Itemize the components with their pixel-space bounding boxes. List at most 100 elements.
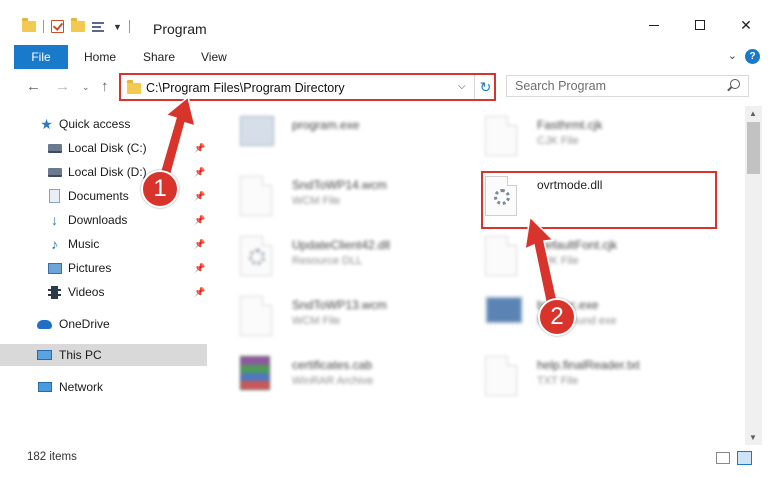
vertical-scrollbar[interactable]: ▲ ▼ xyxy=(745,106,762,445)
scrollbar-thumb[interactable] xyxy=(747,122,760,174)
help-icon[interactable]: ? xyxy=(745,49,760,64)
file-name: UpdateClient42.dll xyxy=(292,238,391,252)
tab-home[interactable]: Home xyxy=(84,50,116,64)
rar-icon xyxy=(240,356,278,400)
sidebar-item-label: Music xyxy=(68,237,100,251)
file-type: CJK File xyxy=(537,255,579,267)
pin-icon[interactable]: 📌 xyxy=(194,239,205,250)
videos-icon xyxy=(47,285,62,299)
sidebar-item-label: Local Disk (D:) xyxy=(68,165,147,179)
disk-icon xyxy=(47,165,62,179)
address-highlight-box xyxy=(119,73,496,101)
title-bar: ▼ Program ✕ xyxy=(0,0,769,44)
documents-icon xyxy=(47,189,62,203)
sidebar-item-pictures[interactable]: Pictures 📌 xyxy=(0,257,210,279)
file-item[interactable]: help.finalReader.txt TXT File xyxy=(465,348,715,406)
recent-locations-chevron-icon[interactable]: ⌄ xyxy=(82,82,90,93)
file-highlight-box xyxy=(481,171,717,229)
sidebar-item-label: Quick access xyxy=(59,117,131,131)
file-item[interactable]: SndToWP13.wcm WCM File xyxy=(220,288,470,346)
large-icons-view-icon[interactable] xyxy=(737,451,752,465)
scroll-up-icon[interactable]: ▲ xyxy=(749,109,757,118)
maximize-button[interactable] xyxy=(677,10,723,40)
file-name: SndToWP13.wcm xyxy=(292,298,387,312)
item-count: 182 items xyxy=(27,451,77,463)
file-item[interactable]: program.exe xyxy=(220,108,470,166)
maximize-icon xyxy=(695,20,705,30)
search-placeholder: Search Program xyxy=(515,79,607,93)
status-bar: 182 items xyxy=(0,445,769,477)
pin-icon[interactable]: 📌 xyxy=(194,263,205,274)
file-type: Resource DLL xyxy=(292,255,363,267)
file-type: WCM File xyxy=(292,315,341,327)
customize-toolbar-icon[interactable] xyxy=(92,21,106,33)
sidebar-item-network[interactable]: Network xyxy=(0,376,210,398)
close-icon: ✕ xyxy=(740,16,752,33)
minimize-button[interactable] xyxy=(631,10,677,40)
tab-view[interactable]: View xyxy=(201,50,227,64)
window-title: Program xyxy=(153,21,207,37)
sidebar-item-music[interactable]: ♪ Music 📌 xyxy=(0,233,210,255)
file-name: certificates.cab xyxy=(292,358,373,372)
new-folder-icon[interactable] xyxy=(71,18,85,32)
disk-icon xyxy=(47,141,62,155)
tab-share[interactable]: Share xyxy=(143,50,175,64)
sidebar-item-onedrive[interactable]: OneDrive xyxy=(0,313,210,335)
toolbar-dropdown-icon[interactable]: ▼ xyxy=(113,22,122,32)
file-name: Fasthrmt.cjk xyxy=(537,118,603,132)
tab-file[interactable]: File xyxy=(14,45,68,69)
sidebar-item-label: Documents xyxy=(68,189,129,203)
step-badge-2: 2 xyxy=(538,298,576,336)
sidebar-item-this-pc[interactable]: This PC xyxy=(0,344,207,366)
file-name: SndToWP14.wcm xyxy=(292,178,387,192)
file-type: WCM File xyxy=(292,195,341,207)
file-name: DefaultFont.cjk xyxy=(537,238,618,252)
music-icon: ♪ xyxy=(51,236,58,252)
sidebar-item-label: OneDrive xyxy=(59,317,110,331)
pin-icon[interactable]: 📌 xyxy=(194,215,205,226)
cloud-icon xyxy=(37,317,52,331)
file-type: CJK File xyxy=(537,135,579,147)
pin-icon[interactable]: 📌 xyxy=(194,143,205,154)
back-arrow-icon[interactable]: ← xyxy=(26,78,41,95)
sidebar-item-local-disk-d[interactable]: Local Disk (D:) 📌 xyxy=(0,161,210,183)
file-item[interactable]: SndToWP14.wcm WCM File xyxy=(220,168,470,226)
sidebar-item-quick-access[interactable]: ★ Quick access xyxy=(0,113,210,135)
file-list: program.exe Fasthrmt.cjk CJK File SndToW… xyxy=(210,106,745,445)
file-type: TXT File xyxy=(537,375,579,387)
quick-access-toolbar: ▼ xyxy=(22,18,130,33)
network-icon xyxy=(37,380,52,394)
sidebar-item-local-disk-c[interactable]: Local Disk (C:) 📌 xyxy=(0,137,210,159)
folder-icon[interactable] xyxy=(22,18,36,32)
download-icon: ↓ xyxy=(51,212,58,228)
dll-gear-icon xyxy=(240,236,278,280)
sidebar-item-label: Pictures xyxy=(68,261,112,275)
close-button[interactable]: ✕ xyxy=(723,10,769,40)
sidebar-item-label: Local Disk (C:) xyxy=(68,141,147,155)
divider xyxy=(43,20,44,33)
sidebar-item-videos[interactable]: Videos 📌 xyxy=(0,281,210,303)
expand-ribbon-icon[interactable]: ⌄ xyxy=(728,49,737,62)
search-input[interactable]: Search Program xyxy=(506,75,749,97)
forward-arrow-icon[interactable]: → xyxy=(55,78,70,95)
file-item[interactable]: certificates.cab WinRAR Archive xyxy=(220,348,470,406)
star-icon: ★ xyxy=(40,115,53,132)
pin-icon[interactable]: 📌 xyxy=(194,191,205,202)
navigation-pane: ★ Quick access Local Disk (C:) 📌 Local D… xyxy=(0,106,210,445)
sidebar-item-label: Network xyxy=(59,380,104,394)
file-item[interactable]: bgexec.exe Background exe xyxy=(465,288,715,346)
properties-check-icon[interactable] xyxy=(51,20,64,33)
file-item[interactable]: Fasthrmt.cjk CJK File xyxy=(465,108,715,166)
details-view-icon[interactable] xyxy=(716,452,730,464)
pin-icon[interactable]: 📌 xyxy=(194,287,205,298)
scroll-down-icon[interactable]: ▼ xyxy=(749,433,757,442)
file-item[interactable]: UpdateClient42.dll Resource DLL xyxy=(220,228,470,286)
pin-icon[interactable]: 📌 xyxy=(194,167,205,178)
file-name: help.finalReader.txt xyxy=(537,358,640,372)
up-arrow-icon[interactable]: ↑ xyxy=(101,78,109,95)
sidebar-item-downloads[interactable]: ↓ Downloads 📌 xyxy=(0,209,210,231)
ribbon-tabs: File Home Share View ⌄ ? xyxy=(0,44,769,69)
page-icon xyxy=(240,176,278,220)
file-item[interactable]: DefaultFont.cjk CJK File xyxy=(465,228,715,286)
sidebar-item-label: Videos xyxy=(68,285,105,299)
